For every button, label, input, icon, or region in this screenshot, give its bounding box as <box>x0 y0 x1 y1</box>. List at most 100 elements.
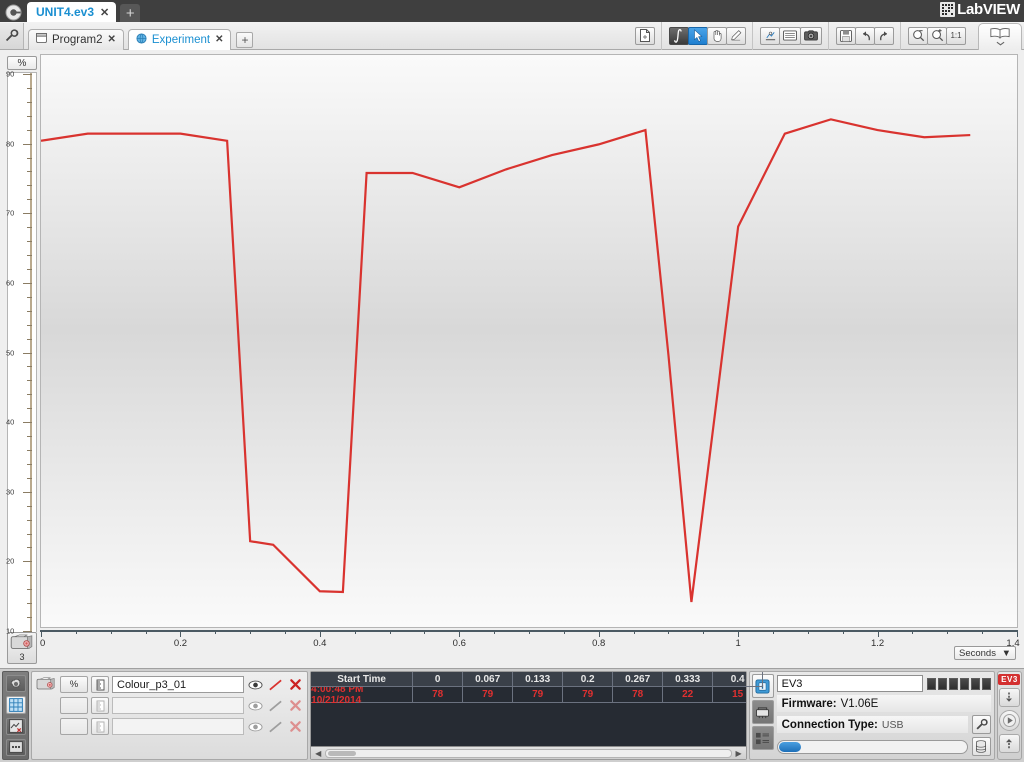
eye-icon[interactable] <box>247 718 264 735</box>
camera-icon[interactable] <box>800 26 822 45</box>
data-table[interactable]: Start Time 0 0.067 0.133 0.2 0.267 0.333 0.4 4:… <box>310 671 764 760</box>
tick-mark <box>1017 630 1018 637</box>
x-axis-tick-label: 1 <box>735 638 741 649</box>
dataset-row[interactable]: % Colour_p3_01 <box>35 675 304 694</box>
dataset-row[interactable] <box>35 717 304 736</box>
dataset-unit-button[interactable] <box>60 697 88 714</box>
graph-properties-icon[interactable] <box>760 26 780 45</box>
y-axis-tick-label: 70 <box>6 208 15 218</box>
run-button[interactable] <box>998 710 1020 731</box>
dataset-name-input[interactable] <box>112 697 245 714</box>
pan-hand-icon[interactable] <box>707 26 727 45</box>
table-view-icon[interactable] <box>779 26 801 45</box>
toolbar-right-group: 1:1 <box>628 21 1024 50</box>
y-axis-scale[interactable]: 10 20 30 40 50 60 70 80 90 <box>6 70 37 636</box>
tick-mark <box>27 185 32 187</box>
tick-mark <box>27 505 32 507</box>
line-style-icon[interactable] <box>267 718 284 735</box>
file-tools-group <box>628 22 661 50</box>
delete-x-icon[interactable] <box>287 718 304 735</box>
upload-button[interactable] <box>998 734 1020 753</box>
scroll-left-icon[interactable]: ◀ <box>313 749 323 758</box>
dataset-unit-button[interactable]: % <box>60 676 88 693</box>
view-tools-group <box>752 21 828 50</box>
dataset-row[interactable] <box>35 696 304 715</box>
save-icon[interactable] <box>836 26 856 45</box>
table-grid-icon[interactable] <box>5 696 26 714</box>
tick-mark <box>529 630 530 634</box>
tick-mark <box>27 241 32 243</box>
dataset-name-input[interactable] <box>112 718 245 735</box>
zoom-out-icon[interactable] <box>908 26 928 45</box>
pointer-icon[interactable] <box>688 26 708 45</box>
table-cell-value: 15 <box>713 687 746 703</box>
zoom-in-icon[interactable] <box>927 26 947 45</box>
line-style-icon[interactable] <box>267 697 284 714</box>
list-view-icon[interactable] <box>5 738 26 756</box>
sensor-port-indicator[interactable]: 3 <box>7 632 37 664</box>
redo-icon[interactable] <box>874 26 894 45</box>
new-tab-button[interactable]: + <box>236 32 254 48</box>
brick-port-tab[interactable] <box>751 700 774 724</box>
tab-program2-close-icon[interactable]: ✕ <box>108 34 116 45</box>
chart-canvas[interactable] <box>40 54 1018 628</box>
data-table-header: Start Time 0 0.067 0.133 0.2 0.267 0.333 0.4 <box>311 672 764 687</box>
dataset-unit-button[interactable] <box>60 718 88 735</box>
document-tab-label: UNIT4.ev3 <box>36 5 95 19</box>
download-button[interactable] <box>998 688 1020 707</box>
data-table-hscrollbar[interactable]: ◀ ▶ <box>311 746 746 759</box>
dataset-scale-icon[interactable] <box>91 697 109 714</box>
help-book-icon[interactable] <box>978 22 1022 50</box>
memory-stack-icon[interactable] <box>971 737 991 756</box>
dataset-export-icon[interactable] <box>5 717 26 735</box>
scroll-right-icon[interactable]: ▶ <box>734 749 744 758</box>
data-table-header-time: 0 <box>413 672 464 687</box>
data-series-line <box>41 119 970 602</box>
tab-experiment-close-icon[interactable]: ✕ <box>215 34 223 45</box>
settings-gear-icon[interactable] <box>5 675 26 693</box>
table-row[interactable]: 4:00:48 PM 10/21/2014 78 79 79 79 78 22 15 <box>311 687 746 706</box>
ev3-action-strip: EV3 <box>996 671 1022 760</box>
battery-segment <box>948 677 958 690</box>
main-toolbar: Program2 ✕ Experiment ✕ + 1:1 <box>0 21 1024 50</box>
tab-experiment[interactable]: Experiment ✕ <box>127 28 232 50</box>
tick-mark <box>145 630 147 634</box>
firmware-value: V1.06E <box>840 697 879 710</box>
tick-mark <box>319 630 321 637</box>
undo-icon[interactable] <box>855 26 875 45</box>
document-tab-unit4[interactable]: UNIT4.ev3 ✕ <box>27 2 117 22</box>
x-axis[interactable]: Seconds ▼ 0 0.2 0.4 0.6 0.8 1 1.2 1.4 <box>40 628 1020 664</box>
project-tools-button[interactable] <box>0 22 24 49</box>
new-document-tab-button[interactable]: + <box>120 4 141 22</box>
dataset-scale-icon[interactable] <box>91 676 109 693</box>
scroll-track[interactable] <box>325 748 732 758</box>
tick-mark <box>27 227 32 229</box>
zoom-reset-icon[interactable]: 1:1 <box>946 26 966 45</box>
tab-program2[interactable]: Program2 ✕ <box>28 28 124 50</box>
integral-icon[interactable] <box>669 26 689 45</box>
brick-name-input[interactable]: EV3 <box>776 675 923 692</box>
wrench-icon[interactable] <box>971 715 991 734</box>
table-cell-value: 78 <box>613 687 664 703</box>
delete-x-icon[interactable] <box>287 676 304 693</box>
tick-mark <box>494 630 496 634</box>
download-icon <box>1006 692 1013 702</box>
tick-mark <box>27 101 32 103</box>
dataset-scale-icon[interactable] <box>91 718 109 735</box>
tick-mark <box>27 324 32 326</box>
eye-icon[interactable] <box>247 676 264 693</box>
chart-box: Seconds ▼ 0 0.2 0.4 0.6 0.8 1 1.2 1.4 <box>40 54 1020 664</box>
dataset-name-input[interactable]: Colour_p3_01 <box>112 676 245 693</box>
battery-segment <box>959 677 969 690</box>
scroll-thumb[interactable] <box>328 750 357 756</box>
eye-icon[interactable] <box>247 697 264 714</box>
line-style-icon[interactable] <box>267 676 284 693</box>
brick-list-tab[interactable] <box>751 726 774 750</box>
delete-x-icon[interactable] <box>287 697 304 714</box>
connection-value: USB <box>881 718 904 731</box>
tick-mark <box>110 630 112 634</box>
document-tab-close-icon[interactable]: ✕ <box>100 6 109 19</box>
pencil-icon[interactable] <box>726 26 746 45</box>
y-axis-unit-button[interactable]: % <box>7 56 37 70</box>
new-document-icon[interactable] <box>635 26 655 45</box>
